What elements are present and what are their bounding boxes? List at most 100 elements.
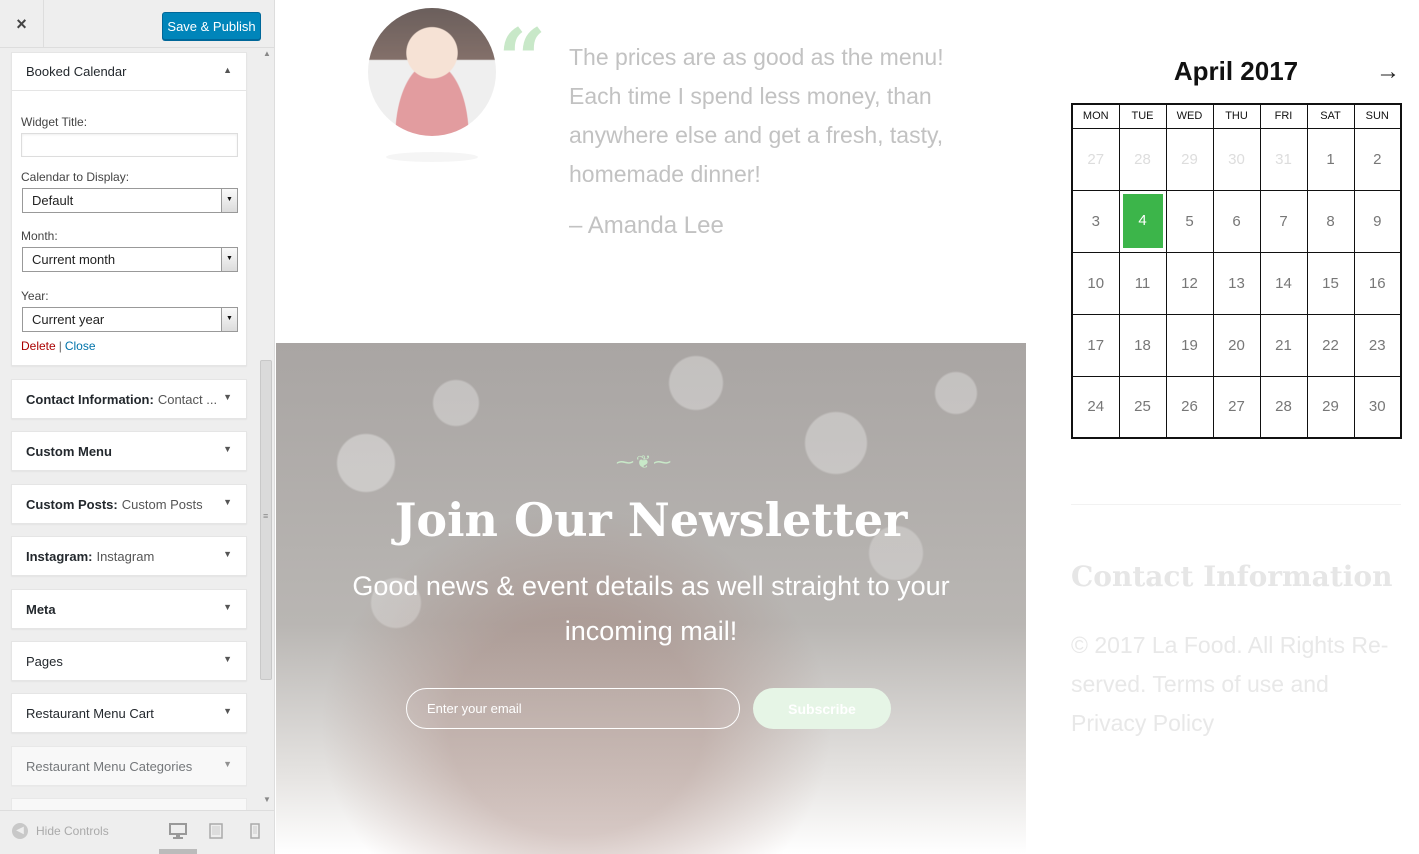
calendar-grid: MON TUE WED THU FRI SAT SUN 27 28 29 30 31 1 2… xyxy=(1071,103,1402,439)
widget-header-booked-calendar[interactable]: Booked Calendar ▲ xyxy=(12,53,246,91)
calendar-day-cell[interactable]: 28 xyxy=(1259,375,1308,439)
widget-contact-information[interactable]: Contact Information: Contact ... ▼ xyxy=(11,379,247,419)
widget-pages[interactable]: Pages ▼ xyxy=(11,641,247,681)
expand-arrow-icon[interactable]: ▼ xyxy=(223,759,232,769)
collapse-arrow-icon[interactable]: ▲ xyxy=(223,65,232,75)
widget-header[interactable]: Meta ▼ xyxy=(12,590,246,628)
calendar-day-number: 24 xyxy=(1087,398,1105,416)
close-customizer-button[interactable]: × xyxy=(0,0,44,48)
calendar-day-cell[interactable]: 10 xyxy=(1071,251,1120,315)
calendar-day-cell[interactable]: 22 xyxy=(1306,313,1355,377)
hide-controls-label: Hide Controls xyxy=(36,824,109,838)
calendar-day-cell[interactable]: 3 xyxy=(1071,189,1120,253)
calendar-day-number: 26 xyxy=(1181,398,1198,416)
calendar-title: April 2017 xyxy=(1173,56,1299,86)
close-widget-link[interactable]: Close xyxy=(65,339,96,353)
calendar-day-cell[interactable]: 7 xyxy=(1259,189,1308,253)
calendar-day-cell[interactable]: 27 xyxy=(1071,127,1120,191)
calendar-day-number: 1 xyxy=(1326,150,1335,168)
expand-arrow-icon[interactable]: ▼ xyxy=(223,706,232,716)
widget-meta[interactable]: Meta ▼ xyxy=(11,589,247,629)
calendar-day-cell[interactable]: 21 xyxy=(1259,313,1308,377)
calendar-display-select[interactable]: Default ▼ xyxy=(22,188,238,213)
scrollbar-thumb[interactable]: ≡ xyxy=(260,360,272,680)
widget-header[interactable]: Restaurant Menu Cart ▼ xyxy=(12,694,246,732)
widget-title: Custom Posts: xyxy=(26,496,118,512)
calendar-day-cell[interactable]: 6 xyxy=(1212,189,1261,253)
tablet-icon[interactable] xyxy=(209,823,223,844)
widget-title: Booked Calendar xyxy=(26,64,127,79)
expand-arrow-icon[interactable]: ▼ xyxy=(223,392,232,402)
calendar-day-cell[interactable]: 19 xyxy=(1165,313,1214,377)
calendar-day-cell[interactable]: 4 xyxy=(1118,189,1167,253)
next-month-arrow-icon[interactable]: → xyxy=(1376,58,1400,86)
calendar-day-number: 18 xyxy=(1134,336,1151,354)
dropdown-arrow-icon[interactable]: ▼ xyxy=(221,248,237,271)
weekday-header: SAT xyxy=(1306,103,1355,129)
widget-header[interactable]: Custom Posts: Custom Posts ▼ xyxy=(12,485,246,523)
dropdown-arrow-icon[interactable]: ▼ xyxy=(221,189,237,212)
widget-header[interactable]: Restaurant Menu Categories ▼ xyxy=(12,747,246,785)
year-select[interactable]: Current year ▼ xyxy=(22,307,238,332)
widget-title-label: Widget Title: xyxy=(21,115,88,129)
calendar-day-cell[interactable]: 23 xyxy=(1353,313,1402,377)
widget-restaurant-menu-categories[interactable]: Restaurant Menu Categories ▼ xyxy=(11,746,247,786)
widget-custom-posts[interactable]: Custom Posts: Custom Posts ▼ xyxy=(11,484,247,524)
calendar-day-number: 31 xyxy=(1275,150,1292,168)
dropdown-arrow-icon[interactable]: ▼ xyxy=(221,308,237,331)
calendar-day-cell[interactable]: 28 xyxy=(1118,127,1167,191)
calendar-day-cell[interactable]: 31 xyxy=(1259,127,1308,191)
calendar-day-cell[interactable]: 13 xyxy=(1212,251,1261,315)
hide-controls-button[interactable]: ◀ Hide Controls xyxy=(12,823,109,839)
weekday-header: TUE xyxy=(1118,103,1167,129)
expand-arrow-icon[interactable]: ▼ xyxy=(223,549,232,559)
calendar-day-cell[interactable]: 2 xyxy=(1353,127,1402,191)
calendar-day-number: 30 xyxy=(1368,398,1386,416)
widget-custom-menu[interactable]: Custom Menu ▼ xyxy=(11,431,247,471)
scroll-up-icon[interactable]: ▲ xyxy=(263,49,271,58)
mobile-icon[interactable] xyxy=(250,823,260,844)
calendar-day-cell[interactable]: 26 xyxy=(1165,375,1214,439)
widget-header[interactable]: Contact Information: Contact ... ▼ xyxy=(12,380,246,418)
subscribe-button[interactable]: Subscribe xyxy=(753,688,891,729)
calendar-day-number: 9 xyxy=(1373,212,1382,230)
delete-widget-link[interactable]: Delete xyxy=(21,339,56,353)
calendar-day-cell[interactable]: 27 xyxy=(1212,375,1261,439)
expand-arrow-icon[interactable]: ▼ xyxy=(223,497,232,507)
sidebar-scrollbar[interactable]: ▲ ≡ ▼ xyxy=(259,48,274,810)
desktop-icon[interactable] xyxy=(169,823,187,844)
scroll-down-icon[interactable]: ▼ xyxy=(263,795,271,804)
widget-header[interactable]: Pages ▼ xyxy=(12,642,246,680)
expand-arrow-icon[interactable]: ▼ xyxy=(223,654,232,664)
widget-title-input[interactable] xyxy=(21,133,238,157)
calendar-day-cell[interactable]: 20 xyxy=(1212,313,1261,377)
expand-arrow-icon[interactable]: ▼ xyxy=(223,444,232,454)
calendar-day-cell[interactable]: 5 xyxy=(1165,189,1214,253)
calendar-day-cell[interactable]: 25 xyxy=(1118,375,1167,439)
calendar-day-cell[interactable]: 12 xyxy=(1165,251,1214,315)
calendar-day-cell[interactable]: 14 xyxy=(1259,251,1308,315)
calendar-day-cell[interactable]: 11 xyxy=(1118,251,1167,315)
widget-instagram[interactable]: Instagram: Instagram ▼ xyxy=(11,536,247,576)
calendar-day-cell[interactable]: 8 xyxy=(1306,189,1355,253)
calendar-day-cell[interactable]: 24 xyxy=(1071,375,1120,439)
calendar-day-cell[interactable]: 17 xyxy=(1071,313,1120,377)
calendar-day-cell[interactable]: 29 xyxy=(1306,375,1355,439)
widget-header[interactable]: Instagram: Instagram ▼ xyxy=(12,537,246,575)
calendar-day-number: 4 xyxy=(1122,194,1163,248)
email-input[interactable] xyxy=(406,688,740,729)
calendar-day-cell[interactable]: 30 xyxy=(1212,127,1261,191)
widget-restaurant-menu-cart[interactable]: Restaurant Menu Cart ▼ xyxy=(11,693,247,733)
calendar-day-cell[interactable]: 30 xyxy=(1353,375,1402,439)
widget-header[interactable]: Custom Menu ▼ xyxy=(12,432,246,470)
calendar-day-cell[interactable]: 16 xyxy=(1353,251,1402,315)
calendar-day-cell[interactable]: 29 xyxy=(1165,127,1214,191)
save-publish-button[interactable]: Save & Publish xyxy=(162,12,261,40)
calendar-day-cell[interactable]: 15 xyxy=(1306,251,1355,315)
calendar-day-cell[interactable]: 9 xyxy=(1353,189,1402,253)
calendar-day-cell[interactable]: 18 xyxy=(1118,313,1167,377)
month-select[interactable]: Current month ▼ xyxy=(22,247,238,272)
weekday-header: SUN xyxy=(1353,103,1402,129)
expand-arrow-icon[interactable]: ▼ xyxy=(223,602,232,612)
calendar-day-cell[interactable]: 1 xyxy=(1306,127,1355,191)
